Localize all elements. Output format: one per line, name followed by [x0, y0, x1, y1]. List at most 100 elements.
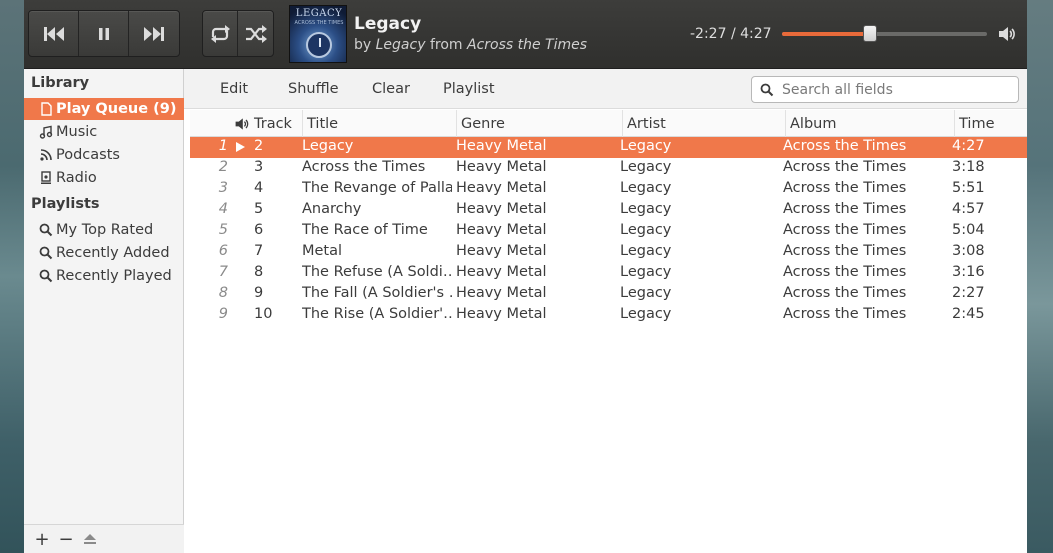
- by-word: by: [354, 37, 372, 53]
- row-title: The Race of Time: [302, 222, 428, 238]
- search-icon: [38, 222, 54, 238]
- sidebar-item-recently-added[interactable]: Recently Added: [24, 242, 184, 264]
- row-artist: Legacy: [620, 306, 672, 322]
- now-playing-artist: Legacy: [375, 37, 426, 53]
- clear-menu[interactable]: Clear: [372, 81, 410, 97]
- sidebar-item-label: My Top Rated: [56, 222, 154, 238]
- table-row[interactable]: 1 2 Legacy Heavy Metal Legacy Across the Time…: [190, 137, 1027, 158]
- row-track: 4: [254, 180, 264, 196]
- sidebar-item-label: Radio: [56, 170, 97, 186]
- sidebar-item-music[interactable]: Music: [24, 121, 184, 143]
- row-index: 3: [218, 180, 228, 196]
- row-title: The Revange of Pallas: [302, 180, 452, 196]
- row-album: Across the Times: [783, 222, 907, 238]
- table-row[interactable]: 9 10 The Rise (A Soldier'… Heavy Metal Legac…: [190, 305, 1027, 326]
- row-index: 4: [218, 201, 228, 217]
- row-index: 9: [218, 306, 228, 322]
- table-row[interactable]: 6 7 Metal Heavy Metal Legacy Across the Times…: [190, 242, 1027, 263]
- row-time: 2:27: [952, 285, 985, 301]
- shuffle-menu[interactable]: Shuffle: [288, 81, 339, 97]
- playlists-heading: Playlists: [31, 196, 100, 212]
- add-playlist-button[interactable]: +: [30, 528, 54, 550]
- now-playing-album: Across the Times: [467, 37, 588, 53]
- row-artist: Legacy: [620, 159, 672, 175]
- row-time: 3:18: [952, 159, 985, 175]
- row-time: 3:16: [952, 264, 985, 280]
- volume-high-icon: [999, 27, 1015, 41]
- row-index: 5: [218, 222, 228, 238]
- album-art: LEGACY ACROSS THE TIMES: [289, 5, 347, 63]
- column-track[interactable]: Track: [230, 110, 300, 137]
- sidebar-item-my-top-rated[interactable]: My Top Rated: [24, 219, 184, 241]
- row-album: Across the Times: [783, 285, 907, 301]
- table-row[interactable]: 8 9 The Fall (A Soldier's … Heavy Metal Lega…: [190, 284, 1027, 305]
- sidebar-item-play-queue[interactable]: Play Queue (9): [24, 98, 184, 120]
- radio-icon: [38, 170, 54, 186]
- sidebar-item-radio[interactable]: Radio: [24, 167, 184, 189]
- shuffle-button[interactable]: [238, 11, 273, 56]
- previous-button[interactable]: [29, 11, 79, 56]
- pause-icon: [98, 27, 109, 40]
- mode-controls: [202, 10, 274, 57]
- seek-bar[interactable]: [782, 25, 987, 42]
- row-album: Across the Times: [783, 264, 907, 280]
- table-row[interactable]: 5 6 The Race of Time Heavy Metal Legacy Acros…: [190, 221, 1027, 242]
- table-row[interactable]: 2 3 Across the Times Heavy Metal Legacy Acros…: [190, 158, 1027, 179]
- row-title: Metal: [302, 243, 343, 259]
- row-index: 1: [218, 138, 228, 154]
- volume-button[interactable]: [997, 24, 1017, 44]
- column-headers: Track Title Genre Artist Album Time: [190, 110, 1027, 137]
- now-playing-icon: [234, 137, 246, 157]
- row-time: 2:45: [952, 306, 985, 322]
- search-icon: [38, 245, 54, 261]
- track-list: 1 2 Legacy Heavy Metal Legacy Across the Time…: [190, 137, 1027, 326]
- sidebar-item-recently-played[interactable]: Recently Played: [24, 265, 184, 287]
- row-genre: Heavy Metal: [456, 264, 547, 280]
- next-icon: [144, 26, 164, 41]
- speaker-icon: [235, 117, 249, 130]
- row-artist: Legacy: [620, 243, 672, 259]
- row-genre: Heavy Metal: [456, 138, 547, 154]
- next-button[interactable]: [129, 11, 179, 56]
- sidebar-item-podcasts[interactable]: Podcasts: [24, 144, 184, 166]
- row-album: Across the Times: [783, 138, 907, 154]
- row-genre: Heavy Metal: [456, 222, 547, 238]
- row-time: 5:04: [952, 222, 985, 238]
- table-row[interactable]: 4 5 Anarchy Heavy Metal Legacy Across the Tim…: [190, 200, 1027, 221]
- row-track: 6: [254, 222, 264, 238]
- eject-icon: [84, 534, 96, 544]
- row-track: 3: [254, 159, 264, 175]
- column-time[interactable]: Time: [954, 110, 1027, 137]
- row-album: Across the Times: [783, 243, 907, 259]
- search-input[interactable]: [782, 81, 1012, 98]
- main-panel: Edit Shuffle Clear Playlist Track Title …: [184, 69, 1027, 553]
- table-row[interactable]: 3 4 The Revange of Pallas Heavy Metal Legacy…: [190, 179, 1027, 200]
- sidebar-item-label: Recently Played: [56, 268, 172, 284]
- column-artist[interactable]: Artist: [622, 110, 785, 137]
- album-art-title: LEGACY: [295, 8, 343, 19]
- remove-playlist-button[interactable]: −: [54, 528, 78, 550]
- seek-handle[interactable]: [863, 25, 878, 42]
- edit-menu[interactable]: Edit: [220, 81, 248, 97]
- playlist-menu[interactable]: Playlist: [443, 81, 495, 97]
- album-art-clock: [306, 32, 332, 58]
- pause-button[interactable]: [79, 11, 129, 56]
- column-genre[interactable]: Genre: [456, 110, 622, 137]
- time-readout: -2:27 / 4:27: [690, 26, 772, 42]
- row-index: 2: [218, 159, 228, 175]
- document-icon: [38, 101, 54, 117]
- column-title[interactable]: Title: [302, 110, 456, 137]
- sidebar-item-label: Music: [56, 124, 98, 140]
- repeat-icon: [211, 24, 230, 43]
- table-row[interactable]: 7 8 The Refuse (A Soldi… Heavy Metal Legacy A…: [190, 263, 1027, 284]
- search-field[interactable]: [751, 76, 1019, 103]
- row-artist: Legacy: [620, 201, 672, 217]
- repeat-button[interactable]: [203, 11, 238, 56]
- sidebar-item-label: Recently Added: [56, 245, 170, 261]
- desktop-background-right: [1027, 0, 1053, 553]
- album-art-subtitle: ACROSS THE TIMES: [294, 20, 344, 26]
- eject-button[interactable]: [78, 528, 102, 550]
- row-track: 10: [254, 306, 273, 322]
- column-album[interactable]: Album: [785, 110, 954, 137]
- sidebar-footer: + −: [24, 524, 184, 553]
